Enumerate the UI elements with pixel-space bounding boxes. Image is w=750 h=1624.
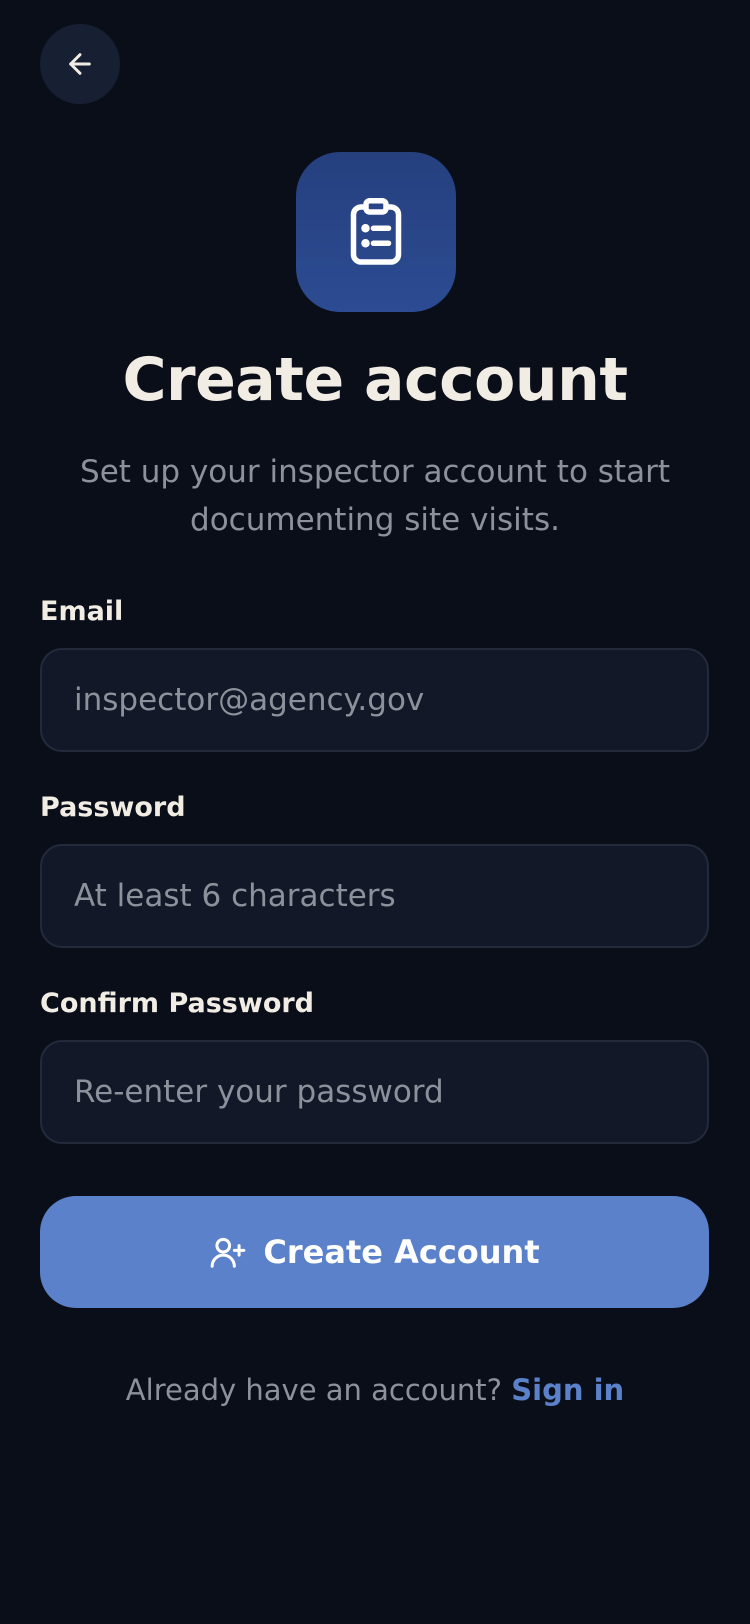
confirm-password-field-container[interactable]	[40, 1040, 709, 1144]
user-plus-icon	[209, 1233, 247, 1271]
email-label: Email	[40, 596, 124, 627]
email-field-container[interactable]	[40, 648, 709, 752]
confirm-password-field[interactable]	[74, 1074, 675, 1110]
page-title: Create account	[122, 345, 628, 415]
sign-in-link[interactable]: Sign in	[511, 1373, 624, 1407]
confirm-password-label: Confirm Password	[40, 988, 315, 1019]
password-label: Password	[40, 792, 186, 823]
app-logo	[296, 152, 456, 312]
password-field-container[interactable]	[40, 844, 709, 948]
back-button[interactable]	[40, 24, 120, 104]
clipboard-list-icon	[346, 197, 406, 267]
sign-in-prompt-text: Already have an account?	[125, 1373, 503, 1407]
arrow-left-icon	[64, 48, 96, 80]
create-account-button-label: Create Account	[263, 1233, 540, 1271]
page-subtitle: Set up your inspector account to start d…	[80, 454, 670, 538]
sign-in-prompt: Already have an account? Sign in	[0, 1368, 750, 1412]
create-account-button[interactable]: Create Account	[40, 1196, 709, 1308]
email-field[interactable]	[74, 682, 675, 718]
password-field[interactable]	[74, 878, 675, 914]
